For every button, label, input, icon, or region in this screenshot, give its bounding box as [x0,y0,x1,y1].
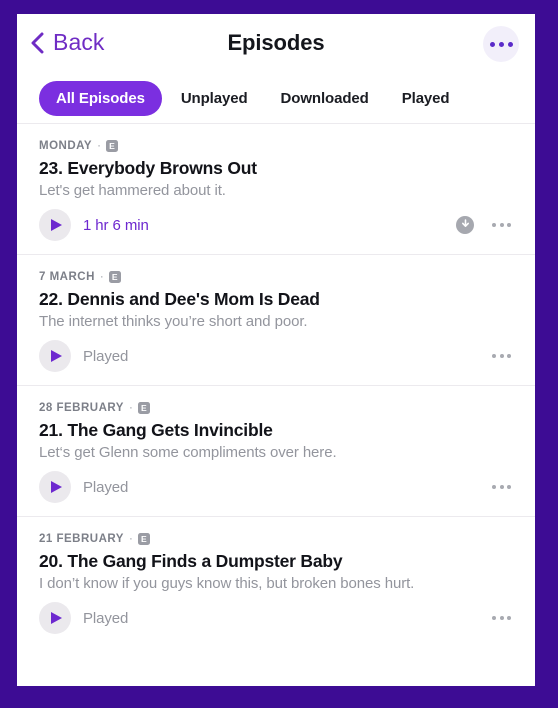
tab-unplayed[interactable]: Unplayed [167,81,262,116]
header-overflow-button[interactable] [483,26,519,62]
episode-title: 20. The Gang Finds a Dumpster Baby [39,551,343,571]
ellipsis-icon [507,354,511,358]
episode-right-actions [490,481,513,493]
episode-overflow-button[interactable] [490,481,513,493]
ellipsis-icon [499,485,504,489]
ellipsis-icon [489,41,495,47]
list-item[interactable]: MONDAY · E 23. Everybody Browns Out Let'… [17,123,535,254]
play-button[interactable] [39,471,71,503]
play-icon [51,612,62,624]
episode-status: 1 hr 6 min [83,216,149,234]
episode-title: 21. The Gang Gets Invincible [39,420,273,440]
ellipsis-icon [492,616,496,620]
episode-overflow-button[interactable] [490,219,513,231]
explicit-badge: E [108,271,121,283]
download-icon [460,216,471,234]
meta-separator: · [128,533,133,545]
episode-description: The internet thinks you’re short and poo… [39,313,308,330]
episode-date: MONDAY [39,140,93,152]
explicit-badge: E [105,140,118,152]
play-icon [51,219,62,231]
ellipsis-icon [492,485,496,489]
explicit-badge: E [137,402,150,414]
episode-status: Played [83,347,129,365]
ellipsis-icon [499,354,504,358]
episode-meta: 28 FEBRUARY · E [39,400,513,416]
page-title: Episodes [227,30,325,55]
episode-status: Played [83,478,129,496]
episode-actions: Played [39,339,513,373]
explicit-badge: E [137,533,150,545]
header-bar: Back Episodes [17,14,535,73]
ellipsis-icon [507,41,513,47]
play-button[interactable] [39,209,71,241]
ellipsis-icon [507,485,511,489]
episode-description: I don’t know if you guys know this, but … [39,575,415,592]
ellipsis-icon [499,223,504,227]
episodes-screen: Back Episodes All Episodes Unplayed Down… [17,14,535,686]
episode-list: MONDAY · E 23. Everybody Browns Out Let'… [17,123,535,647]
episode-date: 21 FEBRUARY [39,533,124,545]
ellipsis-icon [492,354,496,358]
episode-date: 28 FEBRUARY [39,402,124,414]
play-icon [51,350,62,362]
list-item[interactable]: 7 MARCH · E 22. Dennis and Dee's Mom Is … [17,254,535,385]
episode-overflow-button[interactable] [490,612,513,624]
episode-right-actions [490,612,513,624]
tab-played[interactable]: Played [388,81,464,116]
ellipsis-icon [507,223,511,227]
ellipsis-icon [498,41,504,47]
ellipsis-icon [499,616,504,620]
tab-all-episodes[interactable]: All Episodes [39,80,162,116]
app-frame: Back Episodes All Episodes Unplayed Down… [0,0,558,708]
episode-title: 22. Dennis and Dee's Mom Is Dead [39,289,320,309]
episode-actions: 1 hr 6 min [39,208,513,242]
meta-separator: · [99,271,104,283]
episode-actions: Played [39,470,513,504]
episode-meta: MONDAY · E [39,138,513,154]
episode-right-actions [490,350,513,362]
play-button[interactable] [39,340,71,372]
tab-downloaded[interactable]: Downloaded [267,81,383,116]
episode-actions: Played [39,601,513,635]
meta-separator: · [128,402,133,414]
episode-date: 7 MARCH [39,271,95,283]
download-button[interactable] [456,216,474,234]
ellipsis-icon [492,223,496,227]
episode-meta: 21 FEBRUARY · E [39,531,513,547]
list-item[interactable]: 28 FEBRUARY · E 21. The Gang Gets Invinc… [17,385,535,516]
play-button[interactable] [39,602,71,634]
meta-separator: · [97,140,101,152]
episode-description: Let's get hammered about it. [39,182,226,199]
episode-title: 23. Everybody Browns Out [39,158,257,178]
episode-right-actions [456,216,513,234]
filter-tabs: All Episodes Unplayed Downloaded Played [17,73,535,123]
episode-meta: 7 MARCH · E [39,269,513,285]
list-item[interactable]: 21 FEBRUARY · E 20. The Gang Finds a Dum… [17,516,535,647]
play-icon [51,481,62,493]
episode-overflow-button[interactable] [490,350,513,362]
episode-description: Let‘s get Glenn some compliments over he… [39,444,337,461]
episode-status: Played [83,609,129,627]
ellipsis-icon [507,616,511,620]
